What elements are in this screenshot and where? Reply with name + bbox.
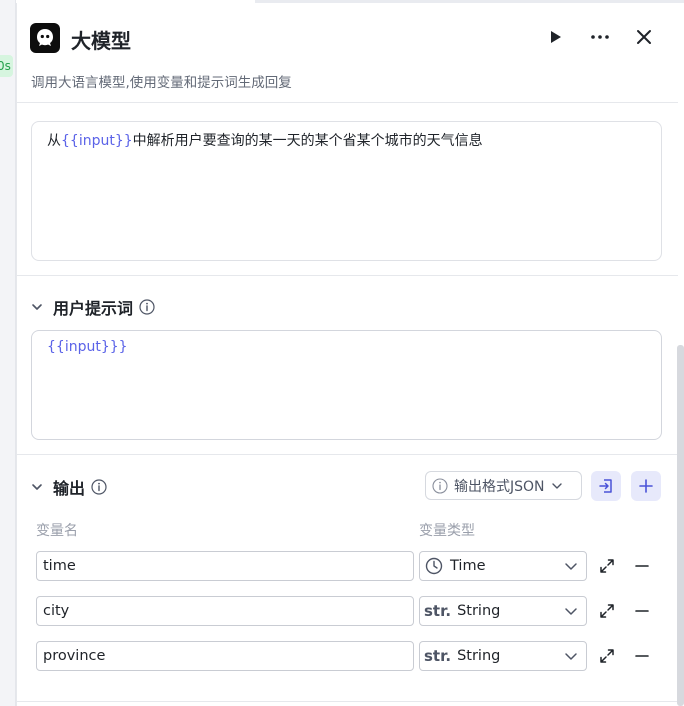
variable-name-input[interactable]: [36, 596, 414, 626]
panel-scrollbar[interactable]: [677, 345, 684, 706]
close-button[interactable]: [632, 25, 656, 49]
info-icon[interactable]: [139, 299, 155, 315]
output-title: 输出: [53, 479, 86, 498]
variable-type-select[interactable]: str. String: [419, 596, 587, 626]
system-prompt-text[interactable]: 从{{input}}中解析用户要查询的某一天的某个省某个城市的天气信息: [47, 130, 483, 150]
clock-icon: [424, 557, 444, 575]
node-config-panel: 大模型 调用大语言模型,使用变量和提示词生成回复 从{{input}}中解析用户…: [16, 3, 678, 706]
run-button[interactable]: [543, 25, 567, 49]
prompt-variable: {{input}}: [61, 133, 133, 149]
node-description[interactable]: 调用大语言模型,使用变量和提示词生成回复: [31, 71, 292, 91]
panel-header: 大模型 调用大语言模型,使用变量和提示词生成回复: [17, 3, 678, 103]
variable-type-label: String: [457, 603, 501, 619]
variable-name-input[interactable]: [36, 551, 414, 581]
expand-button[interactable]: [597, 646, 617, 666]
column-header-name: 变量名: [36, 523, 78, 539]
expand-icon: [600, 559, 614, 573]
variable-type-select[interactable]: Time: [419, 551, 587, 581]
chevron-down-icon[interactable]: [31, 481, 43, 493]
remove-variable-button[interactable]: [632, 646, 652, 666]
remove-variable-button[interactable]: [632, 556, 652, 576]
chevron-down-icon[interactable]: [31, 301, 43, 313]
user-prompt-title: 用户提示词: [53, 299, 134, 318]
section-divider: [17, 275, 678, 276]
run-time-badge: 0s: [0, 55, 13, 77]
plus-icon: [639, 479, 653, 493]
variable-type-label: String: [457, 648, 501, 664]
import-icon: [599, 479, 612, 493]
chevron-down-icon: [565, 608, 577, 615]
expand-button[interactable]: [597, 556, 617, 576]
variable-type-select[interactable]: str. String: [419, 641, 587, 671]
more-options-button[interactable]: [588, 25, 612, 49]
user-prompt-header[interactable]: 用户提示词: [31, 295, 155, 319]
info-icon: [432, 477, 448, 494]
close-icon: [637, 30, 651, 44]
add-variable-button[interactable]: [631, 471, 661, 501]
chevron-down-icon: [565, 653, 577, 660]
variable-type-label: Time: [450, 558, 486, 574]
llm-logo-icon: [37, 29, 53, 46]
user-prompt-text[interactable]: {{input}}}: [47, 339, 128, 355]
expand-icon: [600, 604, 614, 618]
minus-icon: [635, 610, 649, 612]
llm-node-logo: [30, 23, 60, 53]
info-icon[interactable]: [91, 479, 107, 495]
section-divider: [17, 454, 678, 455]
output-format-select[interactable]: 输出格式JSON: [425, 471, 582, 500]
node-title[interactable]: 大模型: [71, 25, 131, 54]
import-variables-button[interactable]: [591, 471, 621, 501]
string-type-icon: str.: [424, 602, 452, 620]
string-type-icon: str.: [424, 647, 452, 665]
output-header[interactable]: 输出: [31, 475, 107, 499]
user-prompt-editor[interactable]: {{input}}}: [31, 330, 662, 440]
variable-name-input[interactable]: [36, 641, 414, 671]
section-divider: [17, 701, 678, 702]
output-format-label: 输出格式JSON: [454, 478, 545, 495]
minus-icon: [635, 565, 649, 567]
remove-variable-button[interactable]: [632, 601, 652, 621]
minus-icon: [635, 655, 649, 657]
play-icon: [551, 31, 561, 43]
chevron-down-icon: [565, 563, 577, 570]
chevron-down-icon: [551, 482, 562, 489]
expand-button[interactable]: [597, 601, 617, 621]
expand-icon: [600, 649, 614, 663]
column-header-type: 变量类型: [419, 523, 475, 539]
system-prompt-editor[interactable]: 从{{input}}中解析用户要查询的某一天的某个省某个城市的天气信息: [31, 121, 662, 261]
more-horizontal-icon: [591, 35, 609, 39]
workflow-canvas: 0s: [0, 0, 16, 706]
